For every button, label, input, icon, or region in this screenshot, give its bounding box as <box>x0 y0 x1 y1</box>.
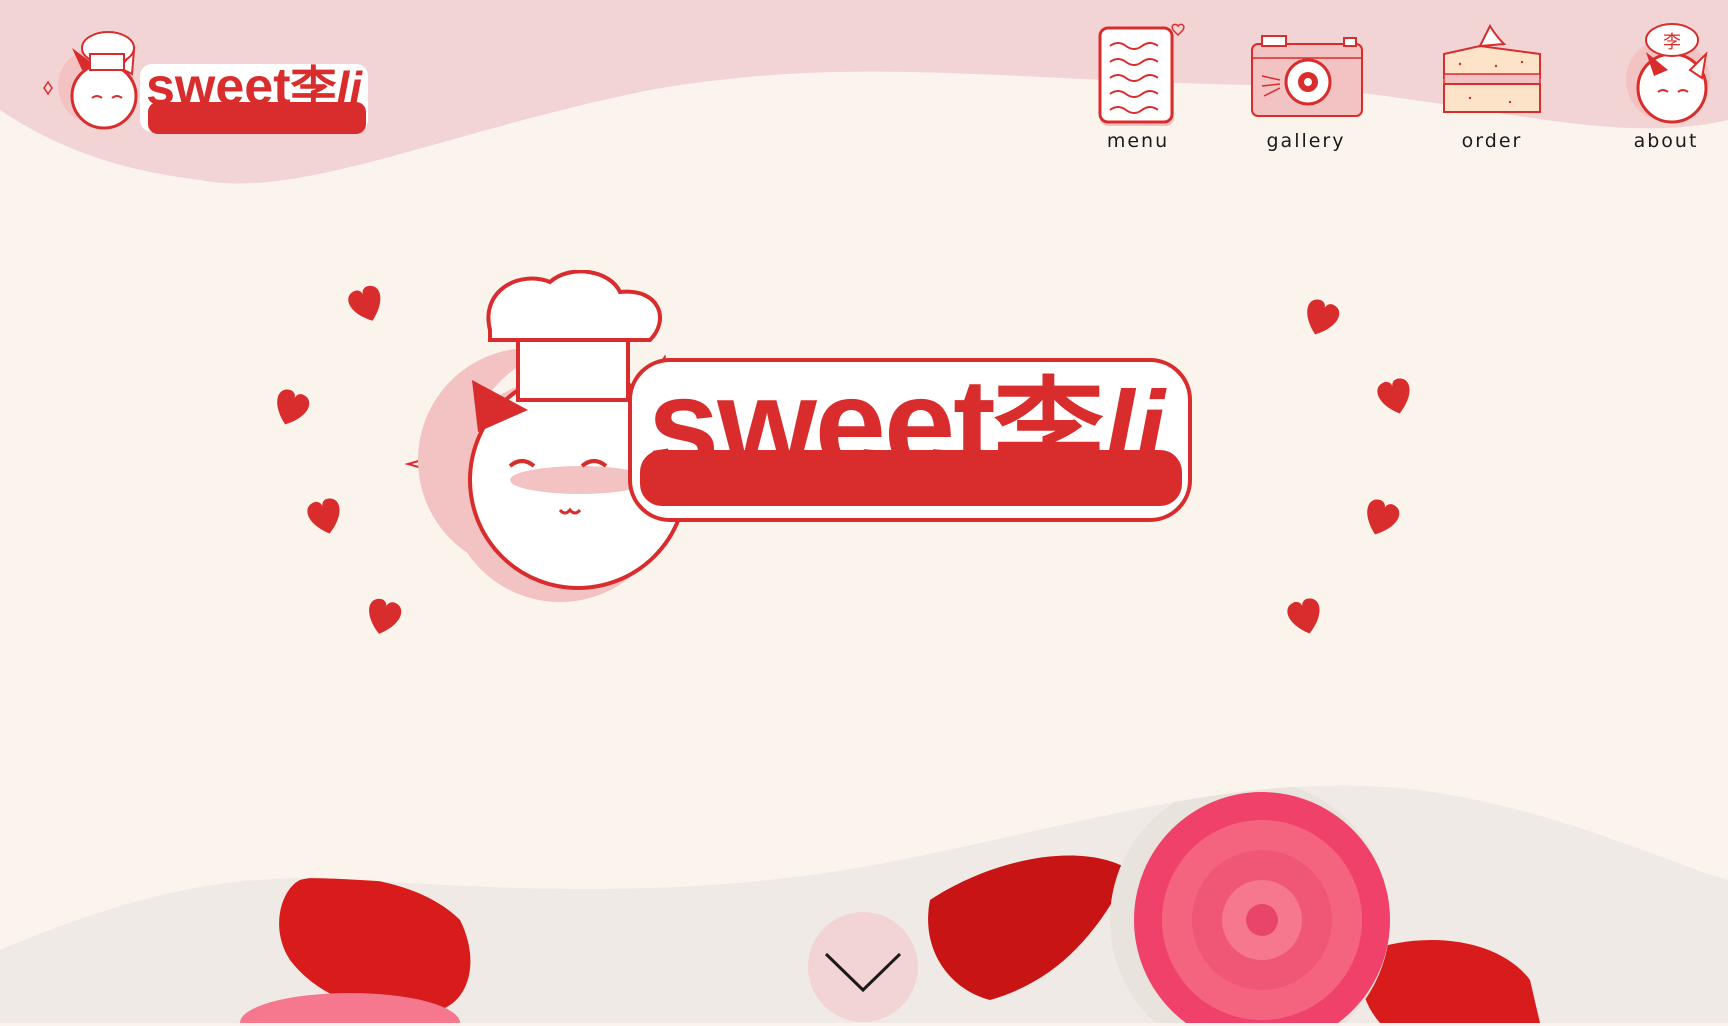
header-logo[interactable]: sweet李li <box>36 18 376 138</box>
hero-logo: sweet李li <box>260 269 1440 670</box>
hero-brand-text: sweet李li <box>648 340 1165 500</box>
cake-icon <box>1443 23 1541 113</box>
header-brand-text: sweet李li <box>146 52 363 116</box>
cat-chef-icon: 李 <box>1626 23 1710 124</box>
nav-item-about[interactable]: 李 about <box>1610 18 1722 158</box>
nav-label-gallery: gallery <box>1266 130 1346 152</box>
hero-cjk: 李 <box>993 369 1104 492</box>
svg-text:李: 李 <box>1663 32 1681 53</box>
menu-card-icon <box>1098 23 1185 126</box>
chevron-down-icon <box>824 952 902 993</box>
nav-item-gallery[interactable]: gallery <box>1248 18 1364 158</box>
hero-wordmark: sweet <box>648 353 996 496</box>
nav-label-order: order <box>1461 130 1523 152</box>
brand-cjk: 李 <box>290 62 337 114</box>
nav-item-menu[interactable]: menu <box>1088 18 1188 158</box>
brand-wordmark: sweet <box>146 58 291 116</box>
nav-item-order[interactable]: order <box>1436 18 1548 158</box>
hero-suffix: li <box>1103 369 1165 492</box>
scroll-down-button[interactable] <box>808 912 918 1022</box>
camera-icon <box>1251 35 1363 117</box>
brand-suffix: li <box>336 62 363 114</box>
nav-label-about: about <box>1633 130 1699 152</box>
nav-label-menu: menu <box>1106 130 1170 152</box>
